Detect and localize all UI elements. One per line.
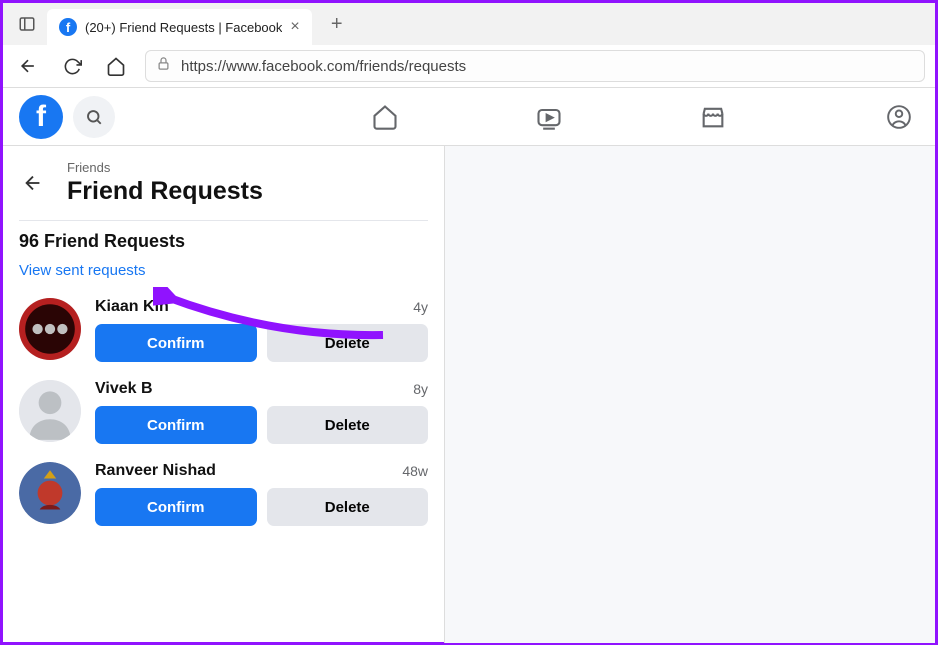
main-area [445,146,935,643]
sidebar-toggle-icon[interactable] [11,8,43,40]
browser-chrome: f (20+) Friend Requests | Facebook × + h… [3,3,935,88]
page-title: Friend Requests [67,177,263,206]
tabs-row: f (20+) Friend Requests | Facebook × + [3,3,935,45]
request-name: Ranveer Nishad [95,462,216,480]
account-icon[interactable] [879,97,919,137]
lock-icon [156,56,171,76]
avatar[interactable] [19,298,81,360]
back-icon[interactable] [13,51,43,81]
avatar[interactable] [19,380,81,442]
facebook-logo[interactable]: f [19,95,63,139]
nav-marketplace-icon[interactable] [691,95,735,139]
content: Friends Friend Requests 96 Friend Reques… [3,146,935,643]
back-button[interactable] [19,172,47,194]
facebook-favicon: f [59,18,77,36]
address-row: https://www.facebook.com/friends/request… [3,45,935,87]
sidebar: Friends Friend Requests 96 Friend Reques… [3,146,445,643]
request-name: Kiaan Kin [95,298,169,316]
delete-button[interactable]: Delete [267,406,429,444]
request-item[interactable]: Vivek B 8y Confirm Delete [19,380,428,444]
requests-count: 96 Friend Requests [19,231,428,252]
delete-button[interactable]: Delete [267,324,429,362]
confirm-button[interactable]: Confirm [95,488,257,526]
confirm-button[interactable]: Confirm [95,406,257,444]
url-text: https://www.facebook.com/friends/request… [181,58,466,75]
view-sent-requests-link[interactable]: View sent requests [19,262,145,279]
request-name: Vivek B [95,380,153,398]
close-tab-icon[interactable]: × [290,18,299,36]
new-tab-button[interactable]: + [322,13,352,36]
refresh-icon[interactable] [57,51,87,81]
url-bar[interactable]: https://www.facebook.com/friends/request… [145,50,925,82]
search-button[interactable] [73,96,115,138]
delete-button[interactable]: Delete [267,488,429,526]
breadcrumb: Friends [67,160,263,175]
request-time: 4y [413,299,428,315]
request-item[interactable]: Kiaan Kin 4y Confirm Delete [19,298,428,362]
fb-header: f [3,88,935,146]
nav-watch-icon[interactable] [527,95,571,139]
tab-title: (20+) Friend Requests | Facebook [85,20,282,35]
home-icon[interactable] [101,51,131,81]
requests-list: Kiaan Kin 4y Confirm Delete Vivek B [19,298,428,526]
nav-home-icon[interactable] [363,95,407,139]
browser-tab[interactable]: f (20+) Friend Requests | Facebook × [47,9,312,45]
request-item[interactable]: Ranveer Nishad 48w Confirm Delete [19,462,428,526]
avatar[interactable] [19,462,81,524]
confirm-button[interactable]: Confirm [95,324,257,362]
divider [19,220,428,221]
fb-nav [363,95,735,139]
request-time: 48w [402,463,428,479]
request-time: 8y [413,381,428,397]
